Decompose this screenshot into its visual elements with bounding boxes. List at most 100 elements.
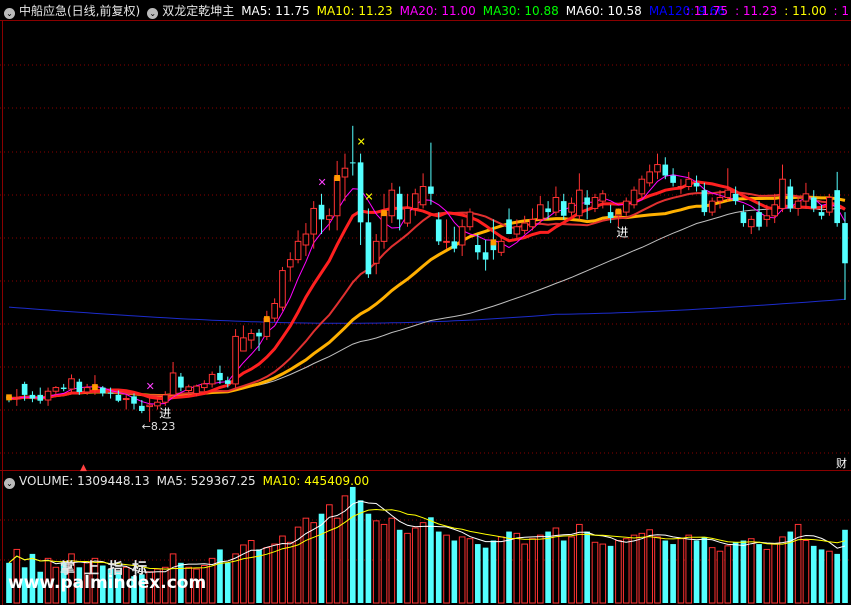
candle-body — [208, 373, 216, 385]
candle-body — [37, 394, 44, 401]
candle-body — [466, 211, 474, 228]
volume-bar — [794, 523, 802, 604]
candle-body — [115, 394, 122, 401]
candle-body — [154, 401, 161, 407]
candle-body — [630, 189, 638, 206]
volume-bar — [419, 522, 427, 604]
candle-body — [396, 193, 403, 220]
candle-body — [443, 240, 450, 243]
candle-body — [380, 211, 388, 242]
candle-body — [787, 186, 794, 209]
candle-body — [326, 215, 333, 220]
volume-bar — [708, 547, 716, 604]
signal-square — [381, 210, 387, 217]
ma30-line — [8, 195, 846, 400]
candle-body — [810, 197, 817, 209]
candle-body — [536, 204, 544, 220]
candle-body — [302, 233, 310, 246]
volume-bar — [685, 534, 693, 604]
volume-bar — [545, 531, 551, 603]
candle-body — [521, 222, 528, 231]
volume-bar — [615, 540, 622, 604]
candle-body — [318, 204, 325, 220]
volume-bar — [818, 549, 825, 603]
candle-body — [451, 241, 458, 249]
candle-body — [513, 226, 521, 235]
candle-body — [201, 383, 208, 389]
volume-bar — [756, 544, 762, 603]
ma10-line — [8, 180, 846, 401]
buy-signal-1: 进 — [159, 407, 171, 421]
volume-bar — [458, 536, 466, 604]
candle-body — [178, 376, 184, 388]
candle-body — [99, 387, 106, 394]
candle-body — [622, 200, 630, 213]
volume-bar — [810, 545, 817, 603]
volume-bar — [482, 547, 489, 603]
volume-bar — [380, 523, 388, 604]
volume-bar — [536, 534, 544, 604]
candle-body — [584, 197, 590, 205]
candle-body — [333, 176, 341, 217]
candle-body — [411, 193, 419, 209]
candle-body — [685, 178, 693, 188]
stock-chart[interactable]: ✕ ✕ ✕ ✕ ▲ ←8.23 进 进 — [0, 0, 851, 605]
corner-tag: 财 — [836, 457, 847, 470]
candle-body — [545, 208, 551, 213]
volume-bar — [357, 500, 364, 603]
candle-body — [794, 200, 802, 209]
volume-bar — [435, 531, 442, 603]
candle-body — [146, 404, 153, 408]
volume-bar — [506, 531, 512, 603]
candle-body — [21, 383, 28, 395]
volume-bar — [607, 545, 614, 603]
candle-body — [161, 394, 169, 403]
candle-body — [552, 196, 560, 213]
watermark-url: www.palmindex.com — [8, 573, 207, 593]
candle-body — [693, 182, 700, 187]
candle-body — [560, 201, 567, 216]
candle-body — [419, 186, 427, 206]
volume-bar — [560, 540, 567, 603]
candle-body — [568, 202, 575, 213]
volume-bar — [451, 540, 458, 603]
candle-body — [310, 207, 318, 235]
volume-bar — [333, 517, 341, 604]
volume-bar — [646, 529, 653, 604]
volume-bar — [497, 536, 505, 604]
volume-bar — [372, 520, 380, 604]
ma120-line — [8, 298, 846, 324]
candle-body — [357, 162, 364, 223]
volume-bar — [802, 540, 810, 604]
candle-body — [662, 164, 669, 176]
candle-body — [232, 335, 239, 385]
signal-square — [92, 384, 98, 391]
candle-body — [482, 252, 489, 260]
candle-body — [13, 397, 21, 400]
volume-bar — [670, 544, 676, 603]
volume-bar — [466, 538, 474, 604]
candle-body — [607, 212, 614, 218]
volume-bar — [521, 543, 528, 604]
volume-bar — [217, 549, 223, 603]
candle-body — [256, 332, 262, 337]
candle-body — [240, 337, 247, 352]
candle-body — [716, 196, 724, 202]
candle-body — [818, 212, 825, 216]
candle-body — [529, 218, 536, 228]
signal-markers: ✕ ✕ ✕ ✕ ▲ — [6, 136, 622, 473]
candle-body — [599, 193, 607, 202]
candle-body — [646, 171, 653, 184]
candle-body — [60, 387, 67, 390]
volume-bar — [599, 543, 607, 604]
candle-body — [131, 396, 137, 404]
volume-bar — [591, 541, 599, 604]
signal-cross: ✕ — [364, 190, 373, 203]
volume-bar — [779, 536, 786, 604]
candle-body — [506, 219, 512, 235]
candle-body — [83, 387, 91, 393]
volume-bar — [411, 527, 419, 604]
candle-body — [677, 186, 685, 189]
candle-body — [732, 193, 739, 202]
signal-cross: ✕ — [146, 380, 155, 393]
